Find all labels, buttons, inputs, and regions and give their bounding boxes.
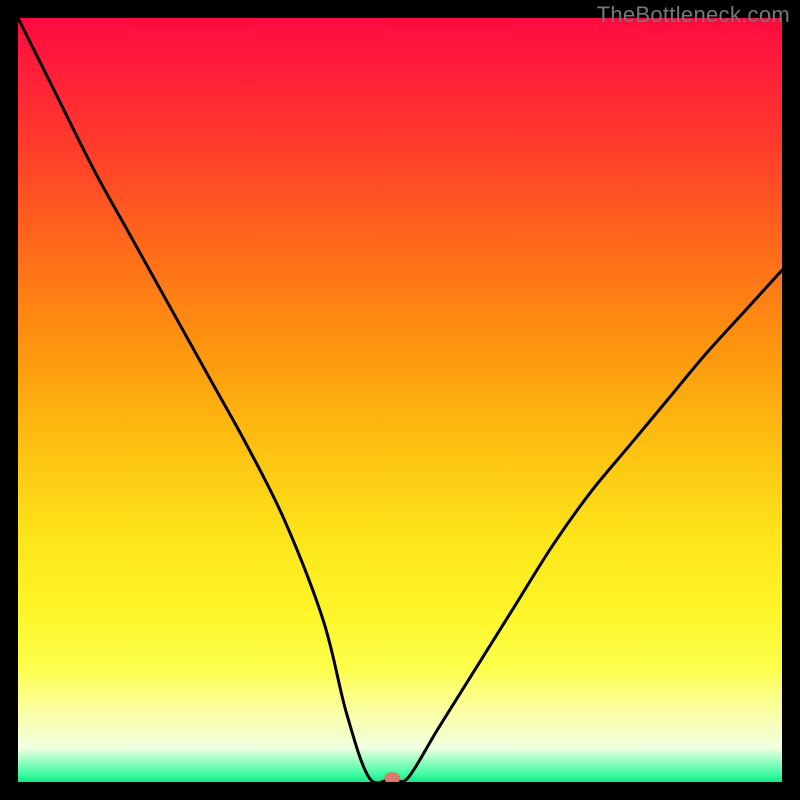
chart-frame: TheBottleneck.com [0, 0, 800, 800]
watermark-label: TheBottleneck.com [597, 2, 790, 28]
chart-svg [18, 18, 782, 782]
plot-area [18, 18, 782, 782]
